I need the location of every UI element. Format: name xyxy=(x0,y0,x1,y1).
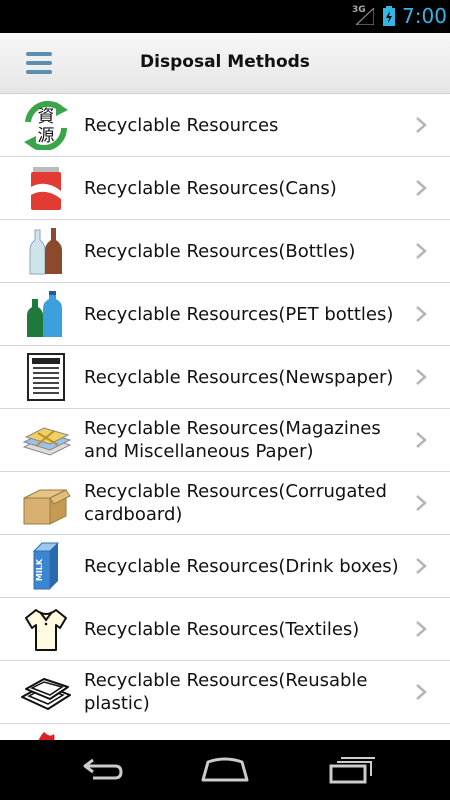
svg-text:MILK: MILK xyxy=(35,558,44,581)
list-item-bottles[interactable]: Recyclable Resources(Bottles) xyxy=(0,220,450,283)
svg-text:源: 源 xyxy=(38,126,55,146)
list-item-magazines[interactable]: Recyclable Resources(Magazines and Misce… xyxy=(0,409,450,472)
recent-apps-icon[interactable] xyxy=(327,754,377,786)
navigation-bar xyxy=(0,740,450,800)
chevron-right-icon xyxy=(416,243,427,259)
shirt-icon xyxy=(25,609,67,651)
chevron-right-icon xyxy=(416,558,427,574)
pet-bottles-icon xyxy=(27,291,62,337)
list-item-label: Recyclable Resources(Reusable plastic) xyxy=(84,670,368,714)
cardboard-box-icon xyxy=(23,489,71,525)
list-item-label: Recyclable Resources(Drink boxes) xyxy=(84,555,399,577)
chevron-right-icon xyxy=(416,432,427,448)
list-item-label: Recyclable Resources(Magazines and Misce… xyxy=(84,418,381,462)
back-icon[interactable] xyxy=(75,754,125,786)
chevron-right-icon xyxy=(416,369,427,385)
list-item-label: Recyclable Resources(Bottles) xyxy=(84,240,356,262)
chevron-right-icon xyxy=(416,180,427,196)
magazines-icon xyxy=(22,427,72,456)
list-item-label: Recyclable Resources(Textiles) xyxy=(84,618,360,640)
list-item-newspaper[interactable]: Recyclable Resources(Newspaper) xyxy=(0,346,450,409)
list-item-textiles[interactable]: Recyclable Resources(Textiles) xyxy=(0,598,450,661)
can-icon xyxy=(31,167,61,210)
signal-icon xyxy=(356,8,374,25)
list-item-recyclable-resources[interactable]: 資 源 Recyclable Resources xyxy=(0,94,450,157)
status-time: 7:00 xyxy=(402,4,447,28)
chevron-right-icon xyxy=(416,306,427,322)
list-item-cans[interactable]: Recyclable Resources(Cans) xyxy=(0,157,450,220)
list-item-partial[interactable] xyxy=(0,724,450,740)
bottles-icon xyxy=(29,228,62,275)
list-item-label: Recyclable Resources(Cans) xyxy=(84,177,337,199)
plastic-tray-icon xyxy=(21,678,71,710)
svg-text:資: 資 xyxy=(38,107,55,127)
app-bar: Disposal Methods xyxy=(0,33,450,94)
list-item-reusable-plastic[interactable]: Recyclable Resources(Reusable plastic) xyxy=(0,661,450,724)
chevron-right-icon xyxy=(416,117,427,133)
chevron-right-icon xyxy=(416,495,427,511)
home-icon[interactable] xyxy=(200,754,250,786)
chevron-right-icon xyxy=(416,684,427,700)
list-item-drink-boxes[interactable]: MILK Recyclable Resources(Drink boxes) xyxy=(0,535,450,598)
battery-charging-icon xyxy=(383,6,395,26)
milk-carton-icon: MILK xyxy=(32,542,60,590)
flame-icon xyxy=(38,732,55,740)
list-item-label: Recyclable Resources(Corrugated cardboar… xyxy=(84,481,387,525)
chevron-right-icon xyxy=(416,621,427,637)
list-item-label: Recyclable Resources xyxy=(84,114,279,136)
disposal-methods-list: 資 源 Recyclable Resources Recyclable Reso… xyxy=(0,94,450,740)
status-bar: 3G 7:00 xyxy=(0,0,450,33)
page-title: Disposal Methods xyxy=(140,52,310,72)
recycle-resources-icon: 資 源 xyxy=(24,100,68,150)
list-item-corrugated-cardboard[interactable]: Recyclable Resources(Corrugated cardboar… xyxy=(0,472,450,535)
newspaper-icon xyxy=(27,353,65,401)
list-item-label: Recyclable Resources(PET bottles) xyxy=(84,303,394,325)
list-item-label: Recyclable Resources(Newspaper) xyxy=(84,366,394,388)
list-item-pet-bottles[interactable]: Recyclable Resources(PET bottles) xyxy=(0,283,450,346)
